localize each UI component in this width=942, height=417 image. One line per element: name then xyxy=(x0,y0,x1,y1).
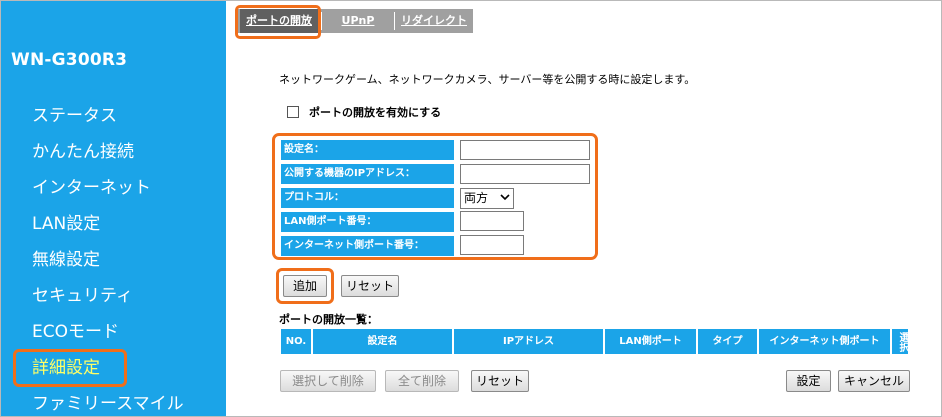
sidebar-item-easy-setup[interactable]: かんたん接続 xyxy=(32,138,134,166)
protocol-select[interactable]: 両方 xyxy=(460,188,514,209)
tab-highlight-frame xyxy=(235,5,321,39)
sidebar-item-lan[interactable]: LAN設定 xyxy=(32,210,100,238)
column-header-type: タイプ xyxy=(698,329,757,354)
delete-all-button[interactable]: 全て削除 xyxy=(385,370,459,392)
enable-port-forwarding-checkbox[interactable] xyxy=(287,106,299,118)
ip-address-label: 公開する機器のIPアドレス： xyxy=(281,164,454,184)
page-description: ネットワークゲーム、ネットワークカメラ、サーバー等を公開する時に設定します。 xyxy=(279,73,696,86)
sidebar-item-internet[interactable]: インターネット xyxy=(32,174,151,202)
sidebar-item-security[interactable]: セキュリティ xyxy=(32,282,133,310)
tab-separator xyxy=(321,12,322,30)
sidebar-item-eco[interactable]: ECOモード xyxy=(32,318,119,346)
advanced-highlight-frame xyxy=(13,349,127,387)
lan-port-input[interactable] xyxy=(460,211,524,231)
enable-row: ポートの開放を有効にする xyxy=(287,104,441,120)
column-header-no: NO. xyxy=(281,329,311,354)
column-header-name: 設定名 xyxy=(313,329,452,354)
model-name: WN-G300R3 xyxy=(11,50,128,70)
tab-separator xyxy=(394,12,395,30)
protocol-label: プロトコル： xyxy=(281,188,454,208)
internet-port-label: インターネット側ポート番号： xyxy=(281,236,454,256)
lan-port-label: LAN側ポート番号： xyxy=(281,212,454,232)
delete-selected-button[interactable]: 選択して削除 xyxy=(280,370,376,392)
add-button[interactable]: 追加 xyxy=(283,275,327,297)
chevron-down-icon xyxy=(500,194,510,201)
tab-upnp[interactable]: UPnP xyxy=(330,9,386,33)
port-list-header: NO. 設定名 IPアドレス LAN側ポート タイプ インターネット側ポート 選… xyxy=(281,329,908,354)
column-header-select: 選択 xyxy=(892,329,908,354)
reset-button[interactable]: リセット xyxy=(341,275,399,297)
sidebar-item-wireless[interactable]: 無線設定 xyxy=(32,246,100,274)
reset-list-button[interactable]: リセット xyxy=(471,370,529,392)
list-title: ポートの開放一覧： xyxy=(279,313,378,326)
column-header-lan-port: LAN側ポート xyxy=(605,329,696,354)
ip-address-input[interactable] xyxy=(460,164,590,184)
enable-port-forwarding-label: ポートの開放を有効にする xyxy=(309,106,442,119)
setting-name-input[interactable] xyxy=(460,140,590,160)
column-header-ip: IPアドレス xyxy=(454,329,603,354)
sidebar-item-status[interactable]: ステータス xyxy=(32,102,117,130)
apply-button[interactable]: 設定 xyxy=(786,370,831,392)
cancel-button[interactable]: キャンセル xyxy=(838,370,910,392)
setting-name-label: 設定名： xyxy=(281,140,454,160)
sidebar-item-family-smile[interactable]: ファミリースマイル xyxy=(32,390,184,416)
tab-redirect[interactable]: リダイレクト xyxy=(398,9,470,33)
internet-port-input[interactable] xyxy=(460,235,524,255)
protocol-selected-value: 両方 xyxy=(464,191,489,205)
column-header-internet-port: インターネット側ポート xyxy=(759,329,890,354)
